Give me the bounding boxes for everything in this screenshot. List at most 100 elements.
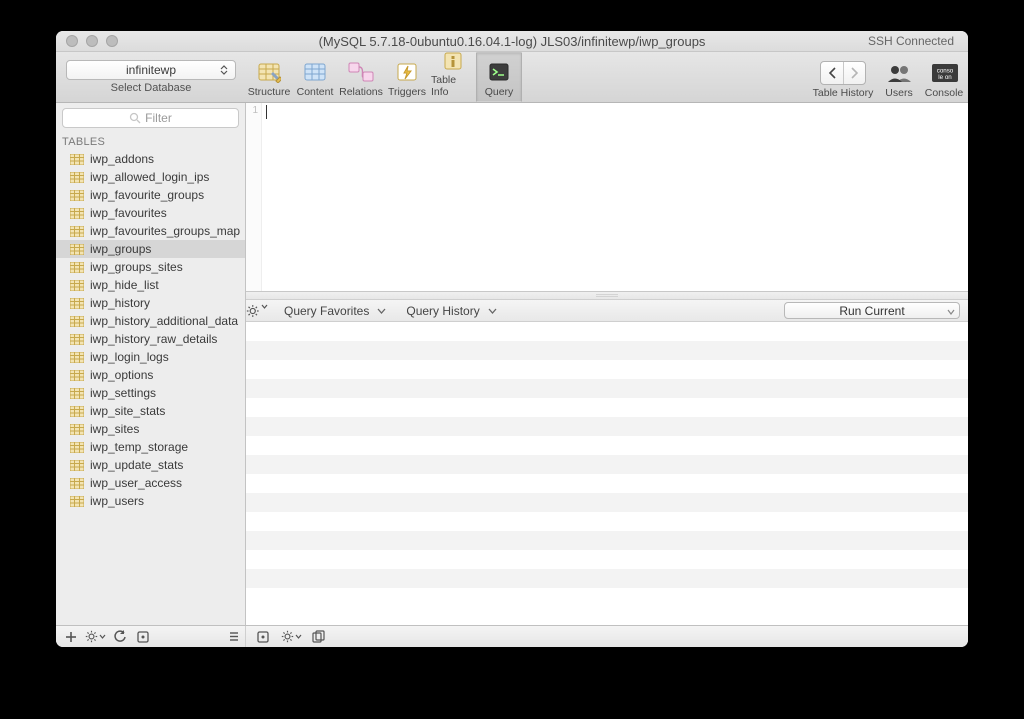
table-icon: [70, 262, 84, 273]
query-favorites-button[interactable]: Query Favorites: [274, 304, 396, 318]
table-row[interactable]: iwp_addons: [56, 150, 245, 168]
query-settings-button[interactable]: [246, 304, 274, 318]
table-icon: [70, 496, 84, 507]
tab-triggers[interactable]: Triggers: [384, 52, 430, 102]
table-history-group: Table History: [808, 52, 878, 102]
table-row[interactable]: iwp_update_stats: [56, 456, 245, 474]
table-icon: [70, 442, 84, 453]
tab-label: Triggers: [388, 86, 426, 98]
refresh-button[interactable]: [108, 626, 130, 647]
editor-code[interactable]: [262, 103, 968, 291]
table-row[interactable]: iwp_options: [56, 366, 245, 384]
database-selector-value: infinitewp: [126, 63, 176, 77]
split-grip[interactable]: [246, 292, 968, 300]
tab-structure[interactable]: Structure: [246, 52, 292, 102]
table-name: iwp_history_additional_data: [90, 314, 238, 328]
query-editor[interactable]: 1: [246, 103, 968, 292]
table-row[interactable]: iwp_allowed_login_ips: [56, 168, 245, 186]
table-icon: [70, 406, 84, 417]
table-row[interactable]: iwp_site_stats: [56, 402, 245, 420]
result-row: [246, 569, 968, 588]
tab-table-info[interactable]: Table Info: [430, 52, 476, 102]
table-name: iwp_hide_list: [90, 278, 159, 292]
table-row[interactable]: iwp_user_access: [56, 474, 245, 492]
toggle-sidebar-button[interactable]: [223, 626, 245, 647]
database-selector-group: infinitewp Select Database: [56, 52, 246, 102]
filter-input[interactable]: Filter: [62, 108, 239, 128]
table-icon: [70, 298, 84, 309]
toolbar: infinitewp Select Database Structure Con…: [56, 52, 968, 103]
users-icon: [885, 61, 913, 85]
action-menu-button[interactable]: [84, 626, 106, 647]
users-button[interactable]: Users: [878, 52, 920, 102]
table-row[interactable]: iwp_favourite_groups: [56, 186, 245, 204]
table-row[interactable]: iwp_settings: [56, 384, 245, 402]
table-name: iwp_addons: [90, 152, 154, 166]
query-history-button[interactable]: Query History: [396, 304, 506, 318]
toolbar-spacer: [522, 52, 808, 102]
table-row[interactable]: iwp_favourites: [56, 204, 245, 222]
tab-relations[interactable]: Relations: [338, 52, 384, 102]
add-button[interactable]: [60, 626, 82, 647]
result-row: [246, 493, 968, 512]
filter-wrap: Filter: [56, 103, 245, 132]
tables-list: iwp_addonsiwp_allowed_login_ipsiwp_favou…: [56, 150, 245, 625]
results-grid[interactable]: [246, 322, 968, 625]
duplicate-button[interactable]: [308, 630, 330, 643]
query-history-label: Query History: [406, 304, 479, 318]
table-row[interactable]: iwp_sites: [56, 420, 245, 438]
table-icon: [70, 424, 84, 435]
table-row[interactable]: iwp_temp_storage: [56, 438, 245, 456]
result-row: [246, 531, 968, 550]
result-row: [246, 512, 968, 531]
chevron-down-icon: [488, 308, 497, 314]
chevron-down-icon: [947, 304, 955, 318]
table-row[interactable]: iwp_history_additional_data: [56, 312, 245, 330]
table-icon: [70, 352, 84, 363]
tab-query[interactable]: Query: [476, 52, 522, 102]
table-name: iwp_options: [90, 368, 153, 382]
table-name: iwp_login_logs: [90, 350, 169, 364]
statusbar-right: [246, 630, 968, 643]
info-button[interactable]: [132, 626, 154, 647]
table-row[interactable]: iwp_groups_sites: [56, 258, 245, 276]
table-row[interactable]: iwp_favourites_groups_map: [56, 222, 245, 240]
table-row[interactable]: iwp_history_raw_details: [56, 330, 245, 348]
panel-toggle-button[interactable]: [252, 631, 274, 643]
run-query-button[interactable]: Run Current: [784, 302, 960, 319]
table-row[interactable]: iwp_users: [56, 492, 245, 510]
database-selector[interactable]: infinitewp: [66, 60, 236, 80]
table-icon: [70, 334, 84, 345]
result-row: [246, 474, 968, 493]
minimize-window-button[interactable]: [86, 35, 98, 47]
window-title: (MySQL 5.7.18-0ubuntu0.16.04.1-log) JLS0…: [56, 34, 968, 49]
history-back-button[interactable]: [821, 62, 843, 84]
body: Filter TABLES iwp_addonsiwp_allowed_logi…: [56, 103, 968, 625]
titlebar: (MySQL 5.7.18-0ubuntu0.16.04.1-log) JLS0…: [56, 31, 968, 52]
result-row: [246, 379, 968, 398]
console-button[interactable]: console on Console: [920, 52, 968, 102]
results-settings-button[interactable]: [280, 630, 302, 643]
table-row[interactable]: iwp_login_logs: [56, 348, 245, 366]
close-window-button[interactable]: [66, 35, 78, 47]
tab-content[interactable]: Content: [292, 52, 338, 102]
query-toolbar: Query Favorites Query History Run Curren…: [246, 300, 968, 322]
table-row[interactable]: iwp_hide_list: [56, 276, 245, 294]
history-forward-button[interactable]: [843, 62, 865, 84]
users-label: Users: [885, 87, 912, 99]
table-name: iwp_user_access: [90, 476, 182, 490]
table-icon: [70, 208, 84, 219]
table-icon: [70, 154, 84, 165]
table-row[interactable]: iwp_groups: [56, 240, 245, 258]
line-number: 1: [252, 105, 258, 116]
zoom-window-button[interactable]: [106, 35, 118, 47]
table-icon: [70, 388, 84, 399]
table-row[interactable]: iwp_history: [56, 294, 245, 312]
table-name: iwp_history: [90, 296, 150, 310]
text-cursor: [266, 105, 267, 119]
app-window: (MySQL 5.7.18-0ubuntu0.16.04.1-log) JLS0…: [56, 31, 968, 647]
history-nav: [820, 61, 866, 85]
result-row: [246, 417, 968, 436]
tab-label: Relations: [339, 86, 383, 98]
table-icon: [70, 460, 84, 471]
